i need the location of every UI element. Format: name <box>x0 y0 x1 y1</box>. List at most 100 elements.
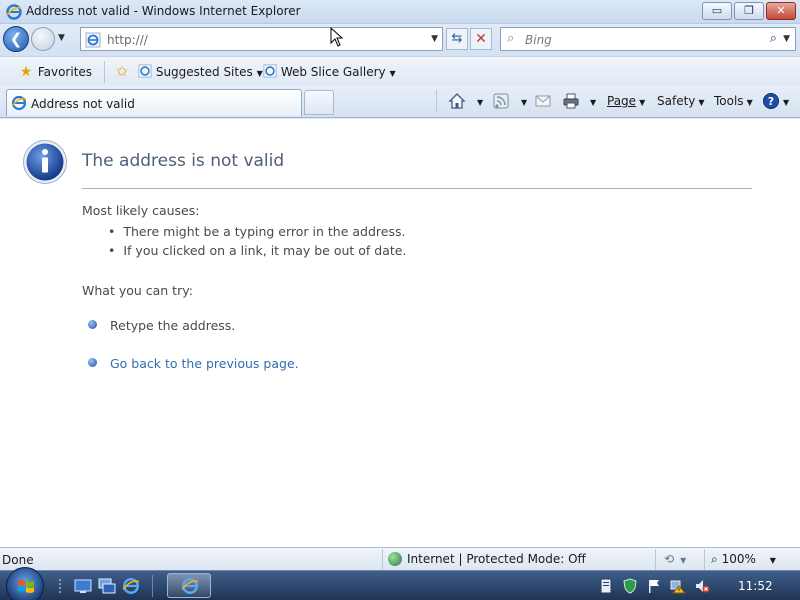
svg-text:?: ? <box>768 95 774 108</box>
read-mail-icon[interactable] <box>534 92 552 110</box>
address-bar[interactable]: http:/// ▼ <box>80 27 443 51</box>
favorites-label: Favorites <box>37 65 93 79</box>
feeds-icon[interactable] <box>492 92 510 110</box>
tools-menu-label: Tools <box>714 94 744 108</box>
network-warning-icon[interactable] <box>670 578 686 594</box>
back-button[interactable]: ❮ <box>3 26 29 52</box>
ie-page-icon <box>138 64 152 78</box>
status-divider <box>655 549 656 571</box>
stop-button[interactable]: ✕ <box>470 28 492 50</box>
close-button[interactable]: ✕ <box>766 2 796 20</box>
causes-heading: Most likely causes: <box>82 203 200 218</box>
search-box[interactable]: ⌕ Bing ⌕ ▼ <box>500 27 796 51</box>
ie-page-icon <box>11 95 27 111</box>
switch-windows-icon[interactable] <box>98 577 116 595</box>
try-heading: What you can try: <box>82 283 193 298</box>
page-title: The address is not valid <box>82 151 285 171</box>
status-divider <box>382 549 383 571</box>
ie-taskbar-button[interactable] <box>167 573 211 598</box>
suggested-sites-button[interactable]: Suggested Sites ▼ <box>138 62 263 82</box>
chevron-down-icon: ▼ <box>256 69 263 78</box>
help-dropdown-icon[interactable]: ▼ <box>780 94 789 108</box>
page-menu-label: Page <box>607 94 637 108</box>
zoom-level: 100% <box>721 552 756 566</box>
help-icon[interactable]: ? <box>762 92 780 110</box>
ie-page-icon <box>85 32 101 48</box>
toolbar-divider <box>436 90 437 112</box>
favorites-bar: ★ Favorites ✩ Suggested Sites ▼ Web Slic… <box>0 56 800 86</box>
title-divider <box>82 188 752 189</box>
cause-item: If you clicked on a link, it may be out … <box>108 243 406 258</box>
zoom-control[interactable]: ⌕ 100% ▼ <box>711 552 776 567</box>
ie-logo-icon <box>181 578 199 594</box>
info-icon <box>23 140 67 184</box>
taskbar-clock[interactable]: 11:52 <box>738 579 773 593</box>
toolbar-divider <box>104 61 105 83</box>
favorites-button[interactable]: ★ Favorites <box>18 62 92 82</box>
tray-document-icon[interactable] <box>598 578 614 594</box>
try-item-text: Retype the address. <box>110 318 236 333</box>
address-input[interactable]: http:/// <box>107 33 148 47</box>
security-shield-icon[interactable] <box>622 578 638 594</box>
new-tab-button[interactable] <box>304 90 334 115</box>
status-divider <box>704 549 705 571</box>
search-input[interactable]: Bing <box>525 33 552 47</box>
title-bar: Address not valid - Windows Internet Exp… <box>0 0 800 24</box>
ie-page-icon <box>263 64 277 78</box>
refresh-button[interactable]: ⇆ <box>446 28 468 50</box>
tab-label: Address not valid <box>31 97 135 111</box>
tab-row: Address not valid ▼ ▼ ▼ Page ▼ Safety ▼ To… <box>0 86 800 118</box>
volume-muted-icon[interactable] <box>694 578 710 594</box>
status-text: Done <box>2 553 34 567</box>
mouse-cursor-icon <box>330 27 344 47</box>
start-button[interactable] <box>6 567 44 600</box>
web-slice-gallery-label: Web Slice Gallery <box>280 65 386 79</box>
zone-label: Internet | Protected Mode: Off <box>407 552 586 566</box>
print-icon[interactable] <box>562 92 580 110</box>
show-desktop-icon[interactable] <box>74 577 92 595</box>
tools-menu-button[interactable]: Tools ▼ <box>714 94 753 108</box>
cause-item: There might be a typing error in the add… <box>108 224 405 239</box>
window-title: Address not valid - Windows Internet Exp… <box>26 4 301 18</box>
recent-pages-dropdown-icon[interactable]: ▼ <box>58 33 65 43</box>
bullet-icon <box>88 320 97 329</box>
zoom-dropdown-icon: ▼ <box>769 556 776 565</box>
add-favorite-star-icon: ✩ <box>116 64 128 80</box>
feeds-dropdown-icon[interactable]: ▼ <box>518 94 527 108</box>
internet-zone-icon <box>388 552 402 566</box>
taskbar: 11:52 <box>0 567 800 600</box>
safety-menu-label: Safety <box>657 94 696 108</box>
minimize-button[interactable]: ▭ <box>702 2 732 20</box>
home-icon[interactable] <box>448 92 466 110</box>
search-provider-icon: ⌕ <box>507 31 515 46</box>
search-icon[interactable]: ⌕ <box>770 31 777 46</box>
page-menu-button[interactable]: Page ▼ <box>607 94 645 108</box>
bullet-icon <box>88 358 97 367</box>
address-dropdown-icon[interactable]: ▼ <box>431 34 438 44</box>
web-slice-gallery-button[interactable]: Web Slice Gallery ▼ <box>263 62 396 82</box>
protected-mode-settings-icon[interactable]: ⟲ ▼ <box>664 552 686 566</box>
go-back-link[interactable]: Go back to the previous page. <box>110 356 299 371</box>
safety-menu-button[interactable]: Safety ▼ <box>657 94 705 108</box>
page-content: The address is not valid Most likely cau… <box>0 119 800 547</box>
windows-logo-icon <box>18 580 34 593</box>
print-dropdown-icon[interactable]: ▼ <box>587 94 596 108</box>
taskbar-grip-icon <box>59 579 61 593</box>
navigation-bar: ❮ ▼ http:/// ▼ ⇆ ✕ ⌕ Bing ⌕ ▼ <box>0 24 800 56</box>
tab-address-not-valid[interactable]: Address not valid <box>6 89 302 116</box>
star-icon: ★ <box>19 64 33 80</box>
maximize-button[interactable]: ❐ <box>734 2 764 20</box>
search-options-dropdown-icon[interactable]: ▼ <box>783 34 790 44</box>
ie-quicklaunch-icon[interactable] <box>122 577 140 595</box>
add-to-favorites-bar-button[interactable]: ✩ <box>114 62 130 82</box>
home-dropdown-icon[interactable]: ▼ <box>474 94 483 108</box>
forward-button[interactable] <box>31 27 55 51</box>
suggested-sites-label: Suggested Sites <box>155 65 253 79</box>
action-center-flag-icon[interactable] <box>646 578 662 594</box>
security-zone[interactable]: Internet | Protected Mode: Off <box>388 552 586 566</box>
zoom-icon: ⌕ <box>711 552 718 566</box>
chevron-down-icon: ▼ <box>389 69 396 78</box>
status-bar: Done Internet | Protected Mode: Off ⟲ ▼ ⌕… <box>0 547 800 571</box>
taskbar-divider <box>152 575 153 597</box>
ie-logo-icon <box>6 4 22 20</box>
